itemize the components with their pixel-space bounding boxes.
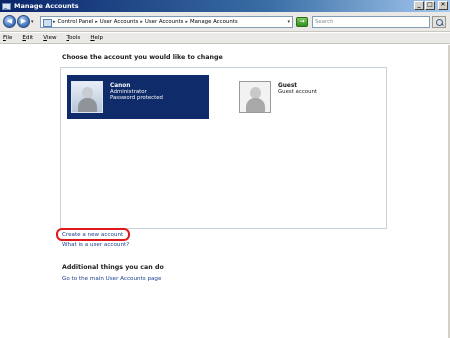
breadcrumb-separator-icon: ▸ [185,19,188,25]
guest-avatar-icon [239,81,271,113]
breadcrumb-separator-icon: ▸ [53,19,56,25]
navigation-bar: ◀ ▶ ▾ ▸ Control Panel ▸ User Accounts ▸ … [0,12,450,32]
search-icon[interactable] [432,16,446,28]
control-panel-icon [2,2,11,11]
section-heading: Additional things you can do [62,264,164,271]
search-input[interactable]: Search [312,16,430,28]
address-dropdown-icon[interactable]: ▾ [287,19,290,25]
menu-help[interactable]: Help [90,35,103,41]
menu-tools[interactable]: Tools [67,35,81,41]
breadcrumb-user-accounts[interactable]: User Accounts [100,19,139,25]
close-button[interactable]: ✕ [438,1,448,10]
breadcrumb-control-panel[interactable]: Control Panel [58,19,94,25]
maximize-button[interactable]: □ [425,1,435,10]
menu-file[interactable]: File [3,35,12,41]
title-bar: Manage Accounts _ □ ✕ [0,0,450,12]
account-tile-canon[interactable]: Canon Administrator Password protected [67,75,209,119]
menu-edit[interactable]: Edit [22,35,33,41]
account-status: Password protected [110,95,163,101]
account-type: Guest account [278,89,318,95]
go-button[interactable]: → [296,17,308,27]
main-user-accounts-link[interactable]: Go to the main User Accounts page [62,276,161,282]
control-panel-icon [43,18,52,27]
breadcrumb-separator-icon: ▸ [95,19,98,25]
page-title: Choose the account you would like to cha… [62,54,223,61]
forward-button[interactable]: ▶ [17,15,30,28]
breadcrumb-user-accounts-2[interactable]: User Accounts [145,19,184,25]
menu-bar: File Edit View Tools Help [0,33,450,44]
address-bar[interactable]: ▸ Control Panel ▸ User Accounts ▸ User A… [40,16,293,28]
what-is-user-account-link[interactable]: What is a user account? [62,242,129,248]
create-account-link[interactable]: Create a new account [62,232,123,238]
menu-view[interactable]: View [43,35,56,41]
user-avatar-icon [71,81,103,113]
breadcrumb-separator-icon: ▸ [140,19,143,25]
recent-pages-dropdown-icon[interactable]: ▾ [31,19,34,25]
breadcrumb-manage-accounts[interactable]: Manage Accounts [190,19,238,25]
window-controls: _ □ ✕ [414,1,448,10]
account-tile-guest[interactable]: Guest Guest account [235,75,375,119]
main-content: Choose the account you would like to cha… [0,45,450,338]
accounts-list: Canon Administrator Password protected G… [60,67,387,229]
back-button[interactable]: ◀ [3,15,16,28]
window-title: Manage Accounts [14,2,79,10]
minimize-button[interactable]: _ [414,1,424,10]
